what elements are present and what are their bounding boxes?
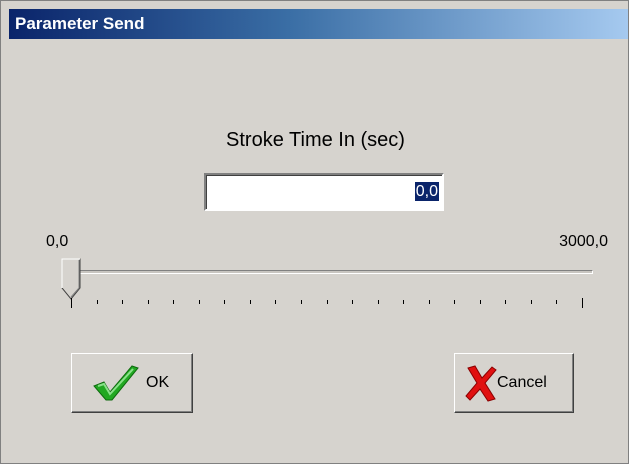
- slider-tick: [97, 300, 98, 304]
- slider-tick: [429, 300, 430, 304]
- slider-tick: [582, 298, 583, 308]
- slider-tick: [556, 300, 557, 304]
- stroke-time-value: 0,0: [414, 182, 439, 201]
- slider-tick: [403, 300, 404, 304]
- slider-tick: [454, 300, 455, 304]
- slider-ticks: [71, 296, 583, 310]
- slider-tick: [275, 300, 276, 304]
- slider-tick: [480, 300, 481, 304]
- ok-button[interactable]: OK: [71, 353, 193, 413]
- slider-tick: [148, 300, 149, 304]
- slider-tick: [173, 300, 174, 304]
- slider-tick: [250, 300, 251, 304]
- cancel-button[interactable]: Cancel: [454, 353, 574, 413]
- checkmark-icon: [93, 365, 139, 401]
- ok-label: OK: [146, 374, 170, 391]
- parameter-send-dialog: Parameter Send Stroke Time In (sec) 0,0 …: [0, 0, 629, 464]
- title-bar[interactable]: Parameter Send: [9, 9, 628, 39]
- slider-max-label: 3000,0: [559, 233, 608, 250]
- slider-tick: [199, 300, 200, 304]
- slider-tick: [531, 300, 532, 304]
- slider-tick: [71, 298, 72, 308]
- stroke-time-label: Stroke Time In (sec): [226, 129, 405, 151]
- slider-min-label: 0,0: [46, 233, 69, 250]
- slider-tick: [327, 300, 328, 304]
- slider-tick: [122, 300, 123, 304]
- cancel-label: Cancel: [497, 374, 547, 391]
- stroke-time-input[interactable]: 0,0: [204, 173, 444, 211]
- slider-tick: [378, 300, 379, 304]
- slider-thumb[interactable]: [61, 258, 81, 300]
- slider-tick: [505, 300, 506, 304]
- window-title: Parameter Send: [15, 14, 145, 33]
- slider-track[interactable]: [65, 270, 593, 274]
- red-x-icon: [465, 365, 497, 402]
- slider-tick: [301, 300, 302, 304]
- slider-tick: [352, 300, 353, 304]
- slider-tick: [224, 300, 225, 304]
